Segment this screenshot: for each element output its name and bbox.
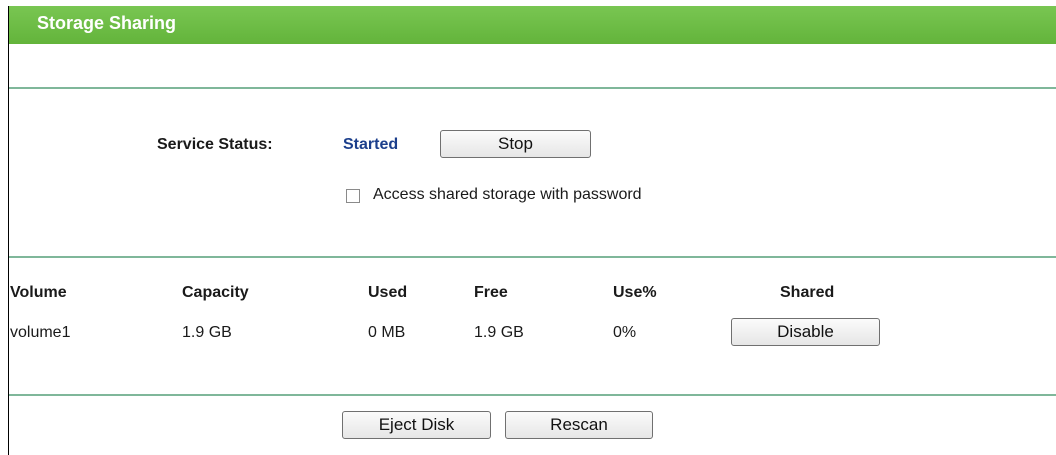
service-status-label: Service Status: <box>157 136 273 153</box>
service-status-value: Started <box>343 136 399 153</box>
divider-bottom <box>9 394 1056 396</box>
password-checkbox[interactable] <box>346 189 360 203</box>
page-title: Storage Sharing <box>37 13 177 33</box>
column-header-used: Used <box>368 284 408 301</box>
eject-disk-button[interactable]: Eject Disk <box>342 411 491 439</box>
cell-volume: volume1 <box>10 324 71 341</box>
column-header-capacity: Capacity <box>182 284 249 301</box>
rescan-button[interactable]: Rescan <box>505 411 653 439</box>
cell-free: 1.9 GB <box>474 324 524 341</box>
cell-used: 0 MB <box>368 324 406 341</box>
password-checkbox-label: Access shared storage with password <box>373 186 642 203</box>
column-header-use-percent: Use% <box>613 284 657 301</box>
stop-button[interactable]: Stop <box>440 130 591 158</box>
divider-middle <box>9 256 1056 258</box>
disable-sharing-button[interactable]: Disable <box>731 318 880 346</box>
cell-capacity: 1.9 GB <box>182 324 232 341</box>
column-header-free: Free <box>474 284 508 301</box>
storage-sharing-panel: Storage Sharing Service Status: Started … <box>8 6 1056 455</box>
column-header-volume: Volume <box>10 284 67 301</box>
title-bar: Storage Sharing <box>9 6 1056 44</box>
cell-use-percent: 0% <box>613 324 637 341</box>
divider-top <box>9 87 1056 89</box>
column-header-shared: Shared <box>780 284 835 301</box>
